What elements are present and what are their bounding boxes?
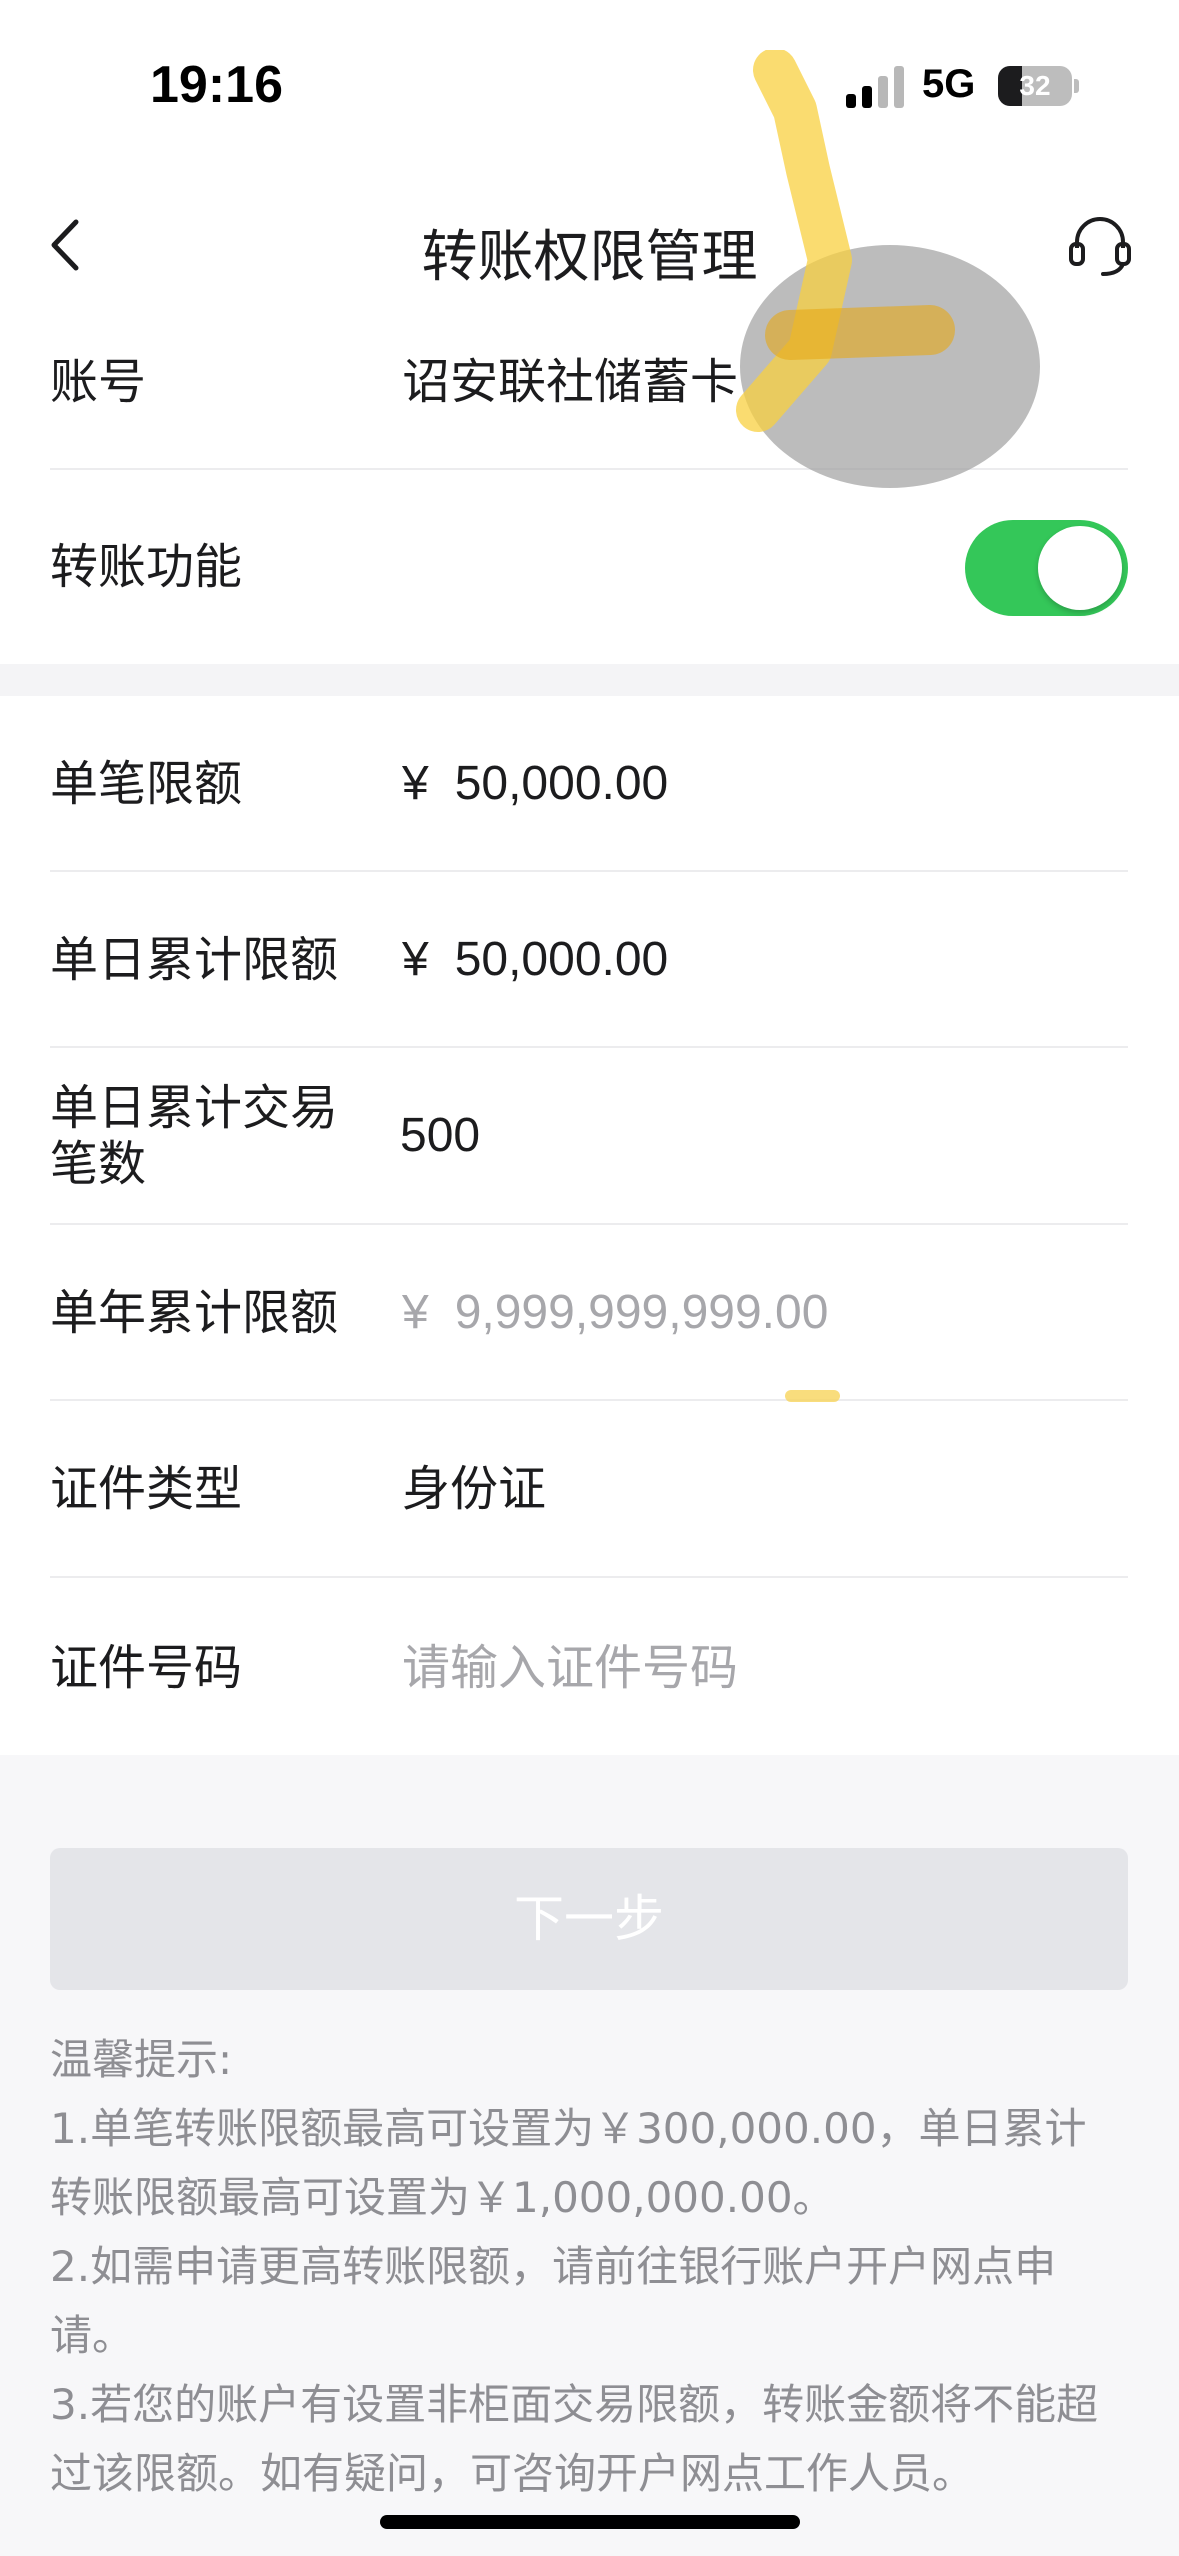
daily-limit-value[interactable]: ¥50,000.00	[402, 932, 668, 988]
currency-symbol: ¥	[402, 1286, 429, 1339]
tip-item-3: 3.若您的账户有设置非柜面交易限额，转账金额将不能超过该限额。如有疑问，可咨询开…	[50, 2380, 1099, 2498]
single-limit-label: 单笔限额	[50, 756, 243, 812]
transfer-function-label: 转账功能	[50, 539, 243, 595]
id-type-value[interactable]: 身份证	[402, 1461, 546, 1517]
section-divider	[0, 664, 1179, 696]
headset-icon[interactable]	[1065, 210, 1135, 280]
redaction-mark	[785, 1390, 840, 1402]
daily-limit-label: 单日累计限额	[50, 932, 339, 988]
tip-item-1: 1.单笔转账限额最高可设置为￥300,000.00，单日累计转账限额最高可设置为…	[50, 2104, 1087, 2222]
daily-limit-amount: 50,000.00	[454, 933, 669, 986]
transfer-function-toggle[interactable]	[965, 520, 1128, 616]
page-title: 转账权限管理	[421, 225, 758, 290]
tips-section: 温馨提示: 1.单笔转账限额最高可设置为￥300,000.00，单日累计转账限额…	[50, 2025, 1128, 2508]
yearly-limit-label: 单年累计限额	[50, 1285, 339, 1341]
daily-count-label-line2: 笔数	[50, 1136, 147, 1192]
transfer-function-row: 转账功能	[50, 470, 1128, 664]
status-bar: 19:16 5G 32	[0, 0, 1179, 170]
battery-icon: 32	[998, 66, 1079, 106]
status-time: 19:16	[150, 56, 283, 114]
yearly-limit-value[interactable]: ¥9,999,999,999.00	[402, 1285, 828, 1341]
home-indicator	[380, 2515, 800, 2529]
currency-symbol: ¥	[402, 933, 429, 986]
daily-count-row: 单日累计交易 笔数 500	[50, 1048, 1128, 1225]
single-limit-value[interactable]: ¥50,000.00	[402, 756, 668, 812]
daily-count-label: 单日累计交易 笔数	[50, 1080, 338, 1192]
battery-percent: 32	[1019, 70, 1051, 101]
toggle-knob	[1038, 526, 1122, 610]
redaction-stroke	[736, 50, 955, 432]
daily-limit-row: 单日累计限额 ¥50,000.00	[50, 872, 1128, 1048]
id-number-label: 证件号码	[50, 1640, 243, 1696]
id-type-label: 证件类型	[50, 1461, 243, 1517]
id-type-row: 证件类型 身份证	[50, 1401, 1128, 1578]
tip-item-2: 2.如需申请更高转账限额，请前往银行账户开户网点申请。	[50, 2242, 1057, 2360]
tips-title: 温馨提示:	[50, 2035, 233, 2084]
single-limit-row: 单笔限额 ¥50,000.00	[50, 696, 1128, 872]
daily-count-label-line1: 单日累计交易	[50, 1080, 339, 1136]
id-number-row: 证件号码 请输入证件号码	[50, 1578, 1128, 1755]
single-limit-amount: 50,000.00	[454, 757, 669, 810]
yearly-limit-amount: 9,999,999,999.00	[454, 1286, 829, 1339]
currency-symbol: ¥	[402, 757, 429, 810]
next-button[interactable]: 下一步	[50, 1848, 1128, 1990]
daily-count-value[interactable]: 500	[400, 1108, 480, 1164]
account-value[interactable]: 诏安联社储蓄卡	[402, 354, 738, 410]
id-number-input[interactable]: 请输入证件号码	[402, 1640, 738, 1696]
account-label: 账号	[50, 354, 147, 410]
yearly-limit-row: 单年累计限额 ¥9,999,999,999.00	[50, 1225, 1128, 1401]
